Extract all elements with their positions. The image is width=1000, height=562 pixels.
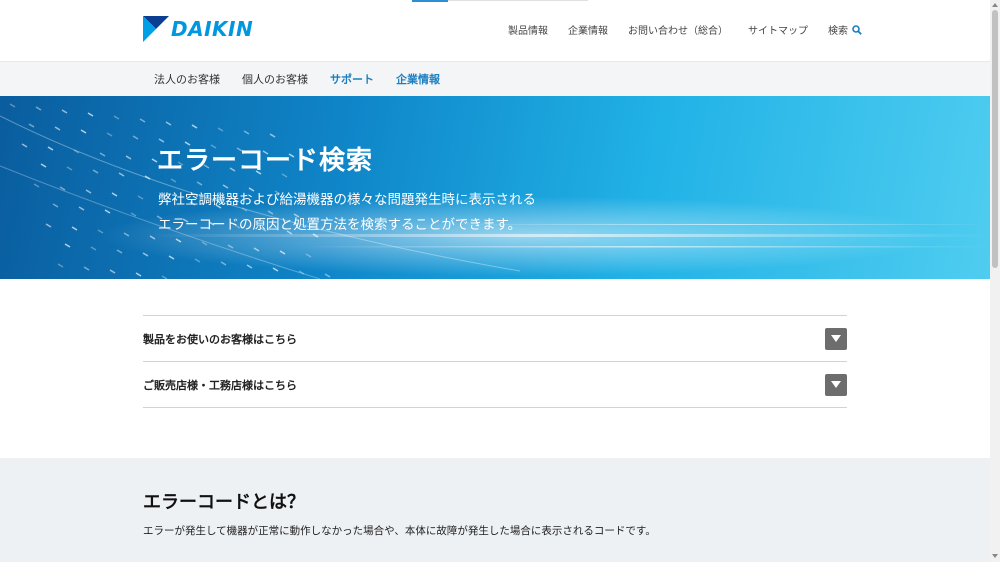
section-heading: エラーコードとは？ [143, 492, 305, 513]
header-accent-bar [412, 0, 448, 2]
search-label: 検索 [828, 26, 848, 37]
nav-company[interactable]: 企業情報 [568, 22, 608, 37]
top-nav: 製品情報 企業情報 お問い合わせ（総合） サイトマップ 検索 [508, 22, 862, 37]
accordion-item-product-users[interactable]: 製品をお使いのお客様はこちら [143, 316, 847, 362]
logo-text: DAIKIN [171, 17, 254, 41]
daikin-logo[interactable]: DAIKIN [143, 16, 253, 42]
accordion-label: 製品をお使いのお客様はこちら [143, 332, 297, 346]
scroll-up-arrow-icon[interactable] [992, 3, 998, 7]
subnav-personal[interactable]: 個人のお客様 [242, 71, 308, 87]
customer-type-accordion: 製品をお使いのお客様はこちら ご販売店様・工務店様はこちら [143, 315, 847, 408]
sub-nav: 法人のお客様 個人のお客様 サポート 企業情報 [0, 62, 990, 96]
nav-contact[interactable]: お問い合わせ（総合） [628, 22, 728, 37]
daikin-logo-icon [143, 16, 169, 42]
accordion-label: ご販売店様・工務店様はこちら [143, 378, 297, 392]
site-header: DAIKIN 製品情報 企業情報 お問い合わせ（総合） サイトマップ 検索 [0, 0, 990, 62]
hero-banner: エラーコード検索 弊社空調機器および給湯機器の様々な問題発生時に表示される エラ… [0, 96, 990, 279]
search-icon [852, 24, 862, 35]
subnav-support[interactable]: サポート [330, 71, 374, 87]
subnav-corporate[interactable]: 企業情報 [396, 71, 440, 87]
chevron-down-icon [831, 335, 841, 342]
scroll-down-arrow-icon[interactable] [992, 554, 998, 558]
error-code-info-section: エラーコードとは？ エラーが発生して機器が正常に動作しなかった場合や、本体に故障… [0, 458, 990, 562]
chevron-down-icon [831, 381, 841, 388]
hero-description-line1: 弊社空調機器および給湯機器の様々な問題発生時に表示される [158, 192, 536, 208]
scrollbar-thumb[interactable] [992, 10, 998, 268]
subnav-business[interactable]: 法人のお客様 [154, 71, 220, 87]
page-scrollbar[interactable] [990, 0, 1000, 562]
search-button[interactable]: 検索 [828, 22, 862, 37]
section-body-text: エラーが発生して機器が正常に動作しなかった場合や、本体に故障が発生した場合に表示… [143, 525, 656, 537]
hero-description-line2: エラーコードの原因と処置方法を検索することができます。 [158, 217, 522, 233]
nav-products[interactable]: 製品情報 [508, 22, 548, 37]
header-divider [448, 0, 588, 1]
page-title: エラーコード検索 [157, 146, 374, 176]
accordion-item-dealers[interactable]: ご販売店様・工務店様はこちら [143, 362, 847, 408]
expand-button[interactable] [825, 373, 847, 396]
expand-button[interactable] [825, 327, 847, 350]
nav-sitemap[interactable]: サイトマップ [748, 22, 808, 37]
